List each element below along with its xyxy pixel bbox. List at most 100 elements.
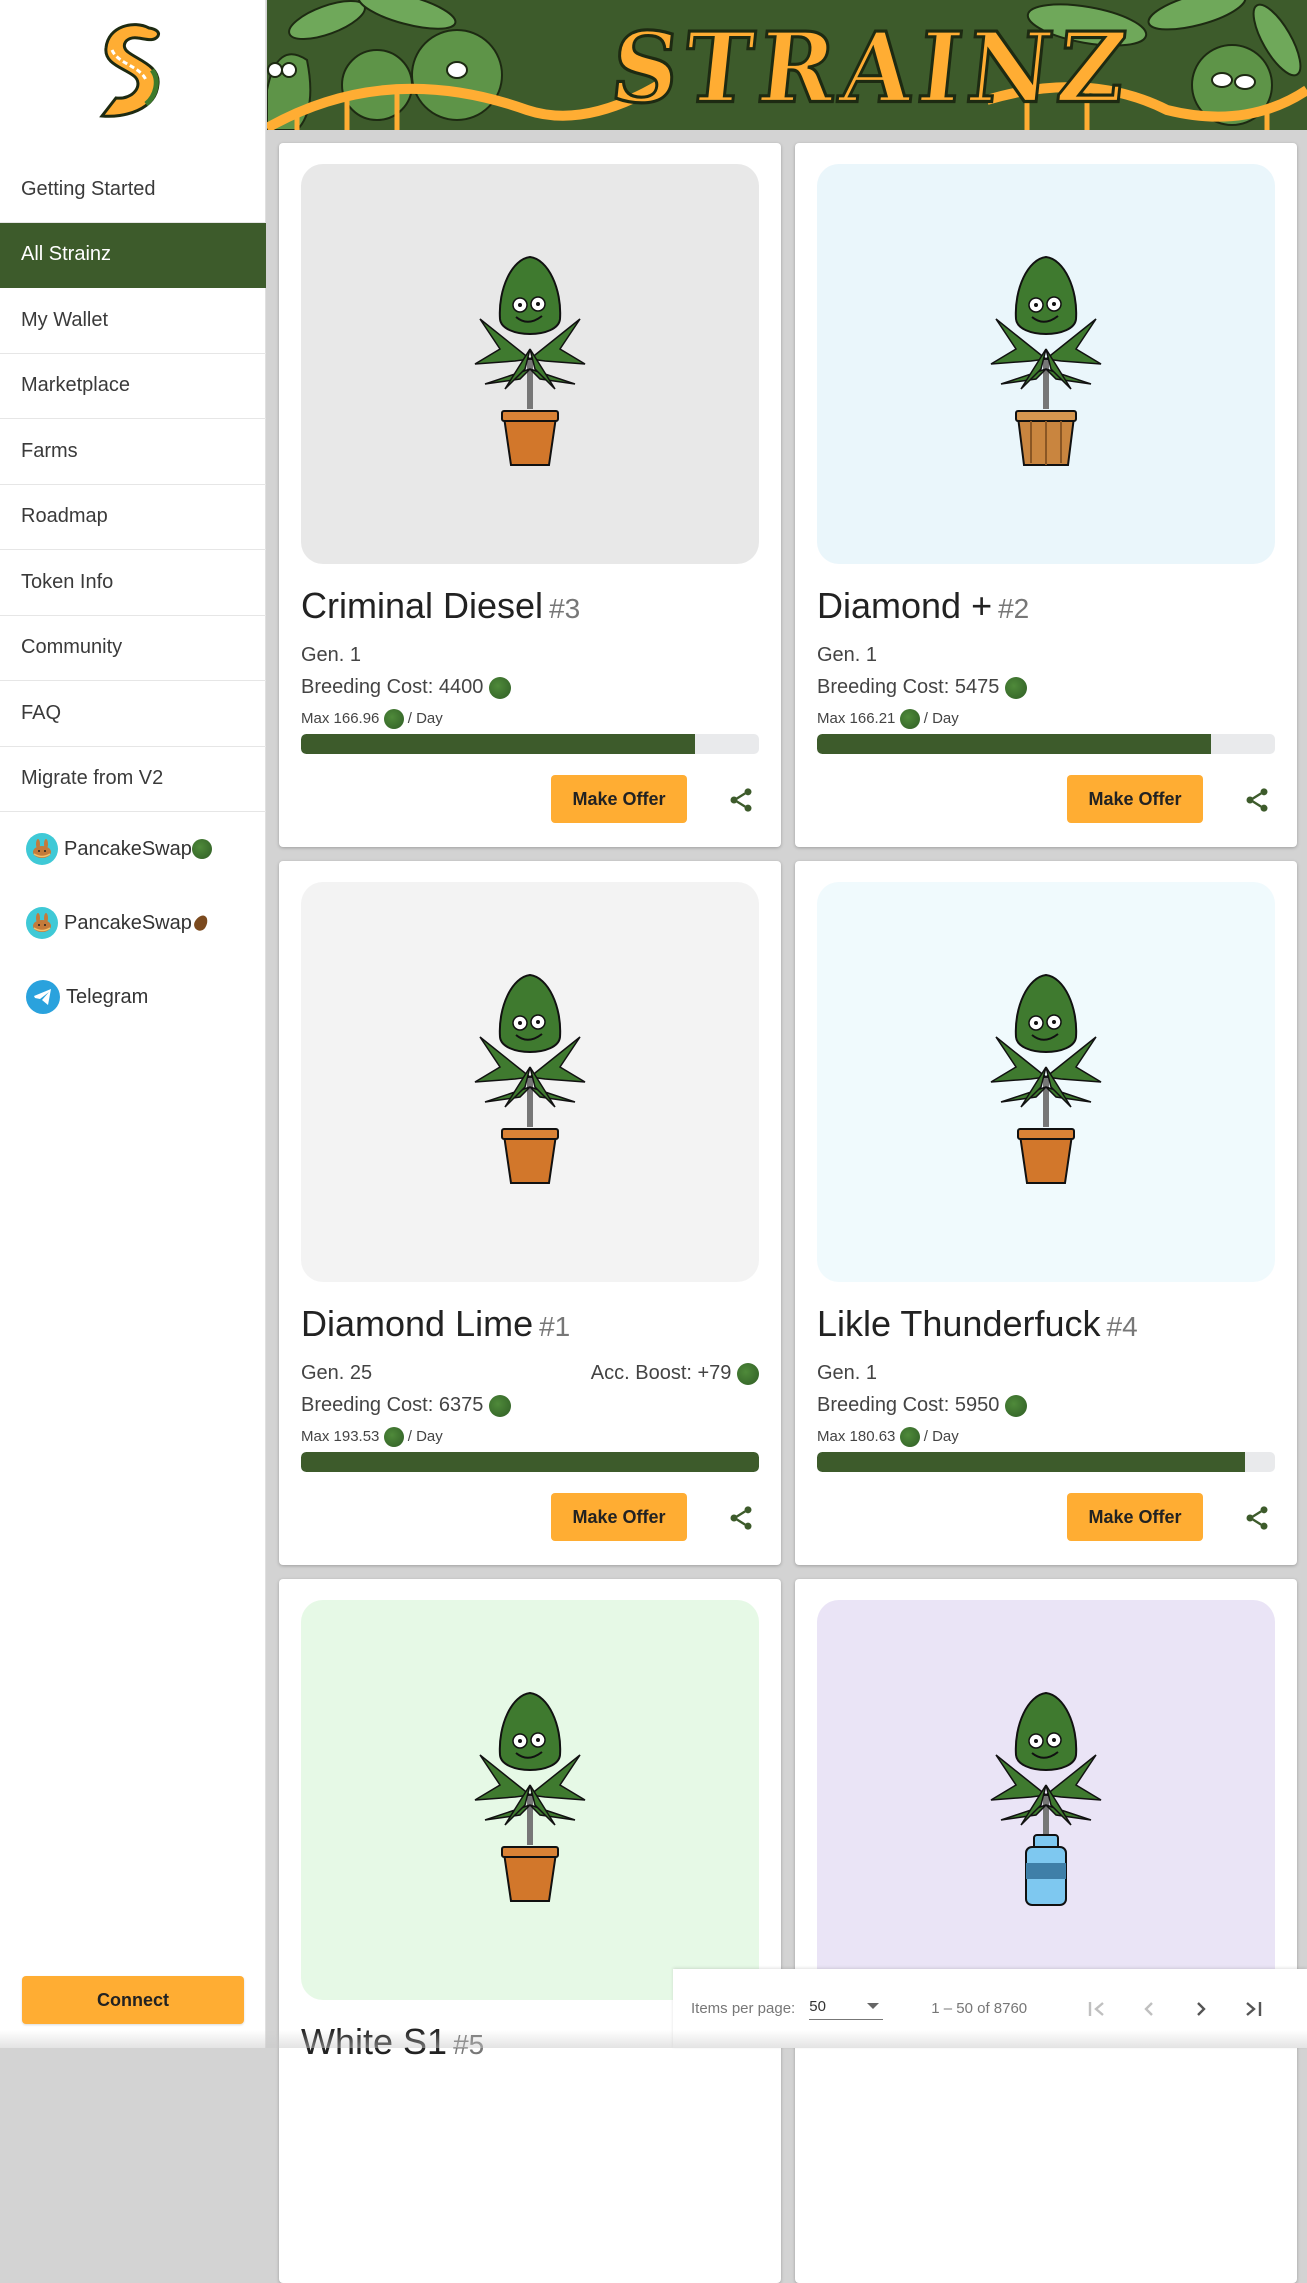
max-value: Max 166.21: [817, 709, 896, 727]
strain-gen-row: Gen. 1: [817, 1362, 1275, 1385]
strain-plant-illustration: [990, 255, 1102, 466]
make-offer-button[interactable]: Make Offer: [1067, 775, 1203, 823]
strain-image[interactable]: [301, 882, 759, 1282]
previous-page-button[interactable]: [1123, 1985, 1175, 2033]
strain-image[interactable]: [817, 164, 1275, 564]
items-per-page-value: 50: [809, 1997, 826, 2015]
strain-card: White S1 #5: [279, 1579, 781, 2283]
production-progress-bar: [817, 1452, 1275, 1472]
strain-title: Criminal Diesel #3: [301, 585, 580, 627]
last-page-button[interactable]: [1227, 1985, 1279, 2033]
make-offer-button[interactable]: Make Offer: [551, 775, 687, 823]
max-per-day: Max 166.21 / Day: [817, 709, 959, 729]
production-progress-bar: [301, 1452, 759, 1472]
connect-wallet-button[interactable]: Connect: [22, 1976, 244, 2024]
strainz-token-icon: [1004, 1394, 1027, 1417]
per-day-label: / Day: [923, 709, 959, 727]
strain-plant-illustration: [474, 1691, 586, 1902]
share-glyph: [1246, 1506, 1268, 1530]
chevron-right-icon: [1197, 2001, 1206, 2016]
strain-image[interactable]: [817, 1600, 1275, 2000]
telegram-link[interactable]: Telegram: [0, 960, 266, 1034]
strain-number: #3: [549, 593, 581, 624]
strain-gen-row: Gen. 1: [301, 644, 759, 667]
paginator: Items per page: 50 1 – 50 of 8760: [673, 1969, 1307, 2048]
sidebar-item-faq[interactable]: FAQ: [0, 681, 266, 747]
sidebar: Getting Started All Strainz My Wallet Ma…: [0, 0, 266, 2048]
sidebar-item-my-wallet[interactable]: My Wallet: [0, 288, 266, 354]
telegram-label: Telegram: [66, 985, 149, 1008]
strain-number: #5: [453, 2029, 485, 2060]
pancakeswap-seedz-link[interactable]: PancakeSwap: [0, 886, 266, 960]
strain-plant-illustration: [990, 1691, 1102, 1906]
strain-name: Likle Thunderfuck: [817, 1303, 1101, 1344]
page-range: 1 – 50 of 8760: [931, 2000, 1028, 2017]
progress-fill: [301, 734, 695, 754]
strainz-token-icon: [488, 676, 511, 699]
first-page-icon: [1088, 2001, 1104, 2016]
share-icon[interactable]: [1243, 786, 1271, 814]
strain-gen-row: Gen. 1: [817, 644, 1275, 667]
strainz-logo-icon[interactable]: [94, 20, 170, 120]
max-value: Max 180.63: [817, 1427, 896, 1445]
breeding-cost: Breeding Cost: 6375: [301, 1394, 511, 1417]
sidebar-item-all-strainz[interactable]: All Strainz: [0, 222, 266, 288]
strain-card: Diamond Lime #1 Gen. 25 Acc. Boost: +79 Br…: [279, 861, 781, 1565]
make-offer-button[interactable]: Make Offer: [1067, 1493, 1203, 1541]
sidebar-item-roadmap[interactable]: Roadmap: [0, 485, 266, 550]
strain-number: #1: [539, 1311, 571, 1342]
pancakeswap-label: PancakeSwap: [64, 911, 192, 934]
max-per-day: Max 193.53 / Day: [301, 1427, 443, 1447]
strainz-token-icon: [383, 709, 404, 729]
share-icon[interactable]: [727, 786, 755, 814]
strainz-token-icon: [383, 1427, 404, 1447]
breeding-cost: Breeding Cost: 5475: [817, 676, 1027, 699]
strain-name: Diamond Lime: [301, 1303, 534, 1344]
progress-fill: [301, 1452, 759, 1472]
breeding-cost-text: Breeding Cost: 5950: [817, 1394, 1000, 1416]
first-page-button[interactable]: [1071, 1985, 1123, 2033]
sidebar-item-farms[interactable]: Farms: [0, 419, 266, 485]
per-day-label: / Day: [407, 709, 443, 727]
sidebar-item-migrate[interactable]: Migrate from V2: [0, 747, 266, 812]
sidebar-item-marketplace[interactable]: Marketplace: [0, 354, 266, 419]
strain-gen: Gen. 1: [817, 644, 878, 666]
breeding-cost: Breeding Cost: 4400: [301, 676, 511, 699]
strain-gen-row: Gen. 25 Acc. Boost: +79: [301, 1362, 759, 1385]
share-glyph: [730, 1506, 752, 1530]
telegram-icon: [26, 980, 60, 1014]
max-value: Max 166.96: [301, 709, 380, 727]
production-progress-bar: [301, 734, 759, 754]
strain-gen: Gen. 1: [301, 644, 362, 666]
share-glyph: [730, 788, 752, 812]
items-per-page-select[interactable]: 50: [809, 1997, 884, 2020]
make-offer-button[interactable]: Make Offer: [551, 1493, 687, 1541]
share-icon[interactable]: [1243, 1504, 1271, 1532]
next-page-button[interactable]: [1175, 1985, 1227, 2033]
pancakeswap-label: PancakeSwap: [64, 837, 192, 860]
strain-image[interactable]: [817, 882, 1275, 1282]
page-nav: [1071, 1985, 1279, 2033]
strain-image[interactable]: [301, 1600, 759, 2000]
strainz-banner: STRAINZ: [267, 0, 1307, 130]
sidebar-item-community[interactable]: Community: [0, 616, 266, 681]
per-day-label: / Day: [407, 1427, 443, 1445]
sidebar-item-getting-started[interactable]: Getting Started: [0, 157, 266, 223]
share-glyph: [1246, 788, 1268, 812]
breeding-cost: Breeding Cost: 5950: [817, 1394, 1027, 1417]
last-page-icon: [1246, 2001, 1262, 2016]
strain-plant-illustration: [474, 255, 586, 466]
acc-boost: Acc. Boost: +79: [591, 1362, 759, 1385]
banner-title: STRAINZ: [605, 10, 1139, 126]
per-day-label: / Day: [923, 1427, 959, 1445]
strain-image[interactable]: [301, 164, 759, 564]
strainz-token-icon: [899, 1427, 920, 1447]
pancakeswap-strainz-link[interactable]: PancakeSwap: [0, 812, 266, 886]
strain-card: Likle Thunderfuck #4 Gen. 1 Breeding Cost…: [795, 861, 1297, 1565]
share-icon[interactable]: [727, 1504, 755, 1532]
sidebar-item-token-info[interactable]: Token Info: [0, 550, 266, 616]
pancakeswap-icon: [26, 907, 58, 939]
breeding-cost-text: Breeding Cost: 4400: [301, 676, 484, 698]
strain-title: White S1 #5: [301, 2021, 484, 2063]
strain-number: #2: [998, 593, 1030, 624]
